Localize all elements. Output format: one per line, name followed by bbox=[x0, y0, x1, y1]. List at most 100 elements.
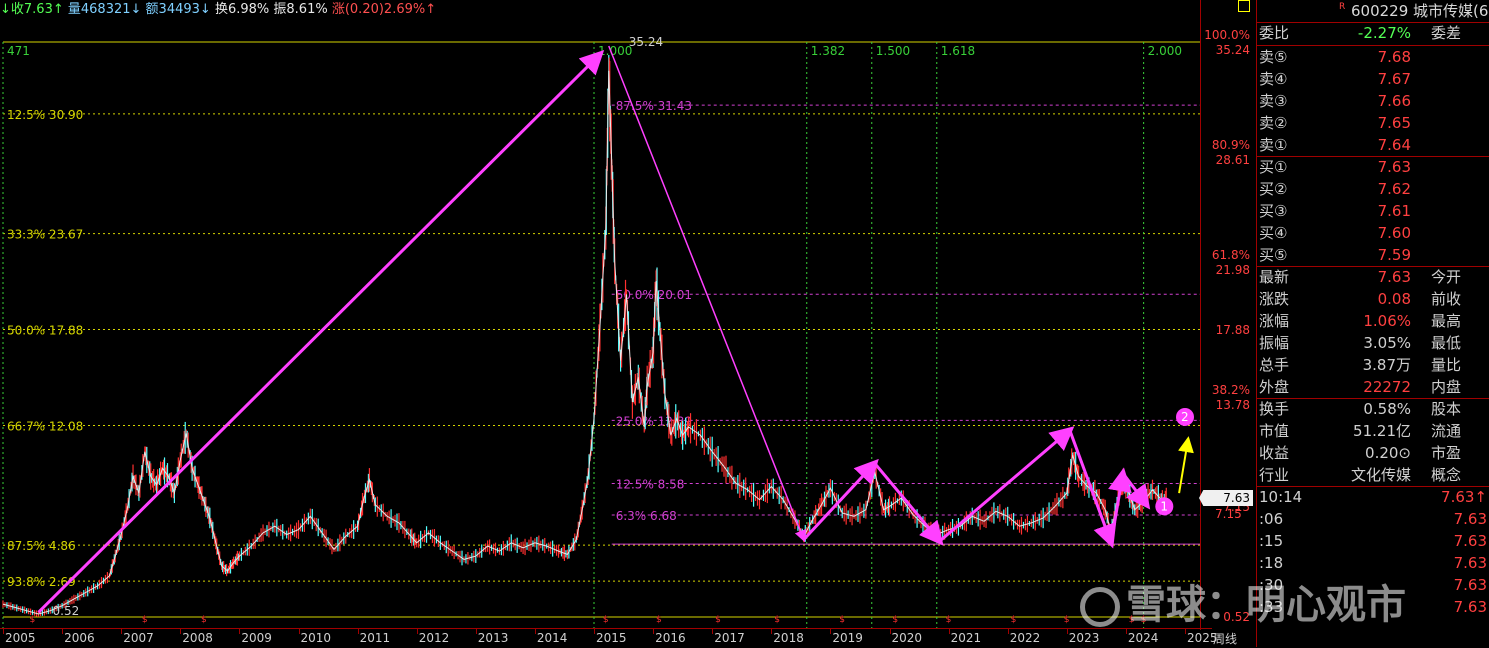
stat2-row[interactable]: 换手 0.58% 股本 bbox=[1259, 398, 1489, 420]
sell-row-value: 7.68 bbox=[1377, 48, 1411, 66]
price-line bbox=[2, 70, 1168, 615]
close-price: ↓收7.63↑ bbox=[0, 2, 64, 17]
buy-row[interactable]: 买① 7.63 bbox=[1259, 156, 1489, 178]
tick-row: :06 7.63 bbox=[1259, 508, 1489, 530]
buy-row[interactable]: 买② 7.62 bbox=[1259, 178, 1489, 200]
stat-row-label: 涨跌 bbox=[1259, 290, 1290, 308]
buy-row-label: 买⑤ bbox=[1259, 246, 1288, 264]
dividend-mark: $ bbox=[656, 615, 662, 625]
x-tick bbox=[771, 629, 773, 634]
weibi-row: 委比 -2.27% 委差 bbox=[1259, 22, 1489, 44]
stat-row-label: 外盘 bbox=[1259, 378, 1290, 396]
x-tick bbox=[594, 629, 595, 634]
stat2-row[interactable]: 市值 51.21亿 流通 bbox=[1259, 420, 1489, 442]
x-tick-label: 2020 bbox=[891, 631, 923, 645]
wave-arrow bbox=[873, 462, 944, 546]
x-tick-label: 2018 bbox=[773, 631, 804, 645]
y-price-label: 35.24 bbox=[1215, 43, 1250, 57]
sell-row-value: 7.64 bbox=[1377, 136, 1411, 154]
sell-row-label: 卖② bbox=[1259, 114, 1288, 132]
stat2-row-label: 市值 bbox=[1259, 422, 1290, 440]
buy-row-value: 7.63 bbox=[1377, 158, 1411, 176]
x-tick-label: 2016 bbox=[655, 631, 686, 645]
stat-row[interactable]: 涨幅 1.06% 最高 bbox=[1259, 310, 1489, 332]
wave-badge-label: 2 bbox=[1181, 410, 1189, 424]
stat-row-label: 振幅 bbox=[1259, 334, 1290, 352]
dividend-mark: $ bbox=[774, 615, 780, 625]
stat-row-label2: 最低 bbox=[1431, 334, 1462, 352]
stat-row[interactable]: 振幅 3.05% 最低 bbox=[1259, 332, 1489, 354]
forecast-arrow bbox=[1178, 436, 1194, 494]
dividend-mark: $ bbox=[946, 615, 952, 625]
kline-chart-area[interactable]: 12.5% 30.90 33.3% 23.67 50.0% 17.88 66.7% 1… bbox=[0, 0, 1200, 630]
x-tick-label: 2013 bbox=[477, 631, 509, 645]
buy-row-value: 7.59 bbox=[1377, 246, 1411, 264]
x-tick bbox=[534, 629, 536, 634]
x-tick-label: 2017 bbox=[714, 631, 745, 645]
sell-row-label: 卖⑤ bbox=[1259, 48, 1288, 66]
x-tick bbox=[121, 629, 123, 634]
watermark-text: 雪球：明心观市 bbox=[1126, 582, 1406, 628]
stat-row-value: 3.87万 bbox=[1362, 356, 1411, 374]
stat2-row-label2: 股本 bbox=[1431, 400, 1462, 418]
buy-row[interactable]: 买③ 7.61 bbox=[1259, 200, 1489, 222]
stat-row[interactable]: 总手 3.87万 量比 bbox=[1259, 354, 1489, 376]
tick-row: :18 7.63 bbox=[1259, 552, 1489, 574]
stat2-row-value: 0.58% bbox=[1363, 400, 1411, 418]
period-label[interactable]: 周线 bbox=[1213, 630, 1237, 647]
sell-row[interactable]: 卖④ 7.67 bbox=[1259, 68, 1489, 90]
sell-row-label: 卖③ bbox=[1259, 92, 1288, 110]
sell-row[interactable]: 卖② 7.65 bbox=[1259, 112, 1489, 134]
x-tick-label: 2012 bbox=[418, 631, 450, 645]
sell-row[interactable]: 卖① 7.64 bbox=[1259, 134, 1489, 156]
x-tick bbox=[3, 629, 4, 634]
fib-time-label: 1.000 bbox=[598, 44, 632, 58]
stat-row-label2: 量比 bbox=[1431, 356, 1462, 374]
tick-time: :06 bbox=[1259, 510, 1284, 528]
wave-arrow bbox=[802, 458, 879, 541]
stat-row[interactable]: 涨跌 0.08 前收 bbox=[1259, 288, 1489, 310]
stock-name: 600229 城市传媒(60 bbox=[1351, 2, 1489, 20]
stat-row-label: 涨幅 bbox=[1259, 312, 1290, 330]
x-tick-label: 2021 bbox=[950, 631, 982, 645]
price-axis: 100.0% 35.24 80.9% 28.61 61.8% 21.98 17.88 38.2… bbox=[1200, 0, 1256, 630]
dividend-mark: $ bbox=[603, 615, 609, 625]
weicha-label: 委差 bbox=[1431, 24, 1462, 42]
r-mark: R bbox=[1339, 2, 1346, 12]
stat2-row[interactable]: 收益 0.20⊙ 市盈 bbox=[1259, 442, 1489, 464]
tick-price: 7.63 bbox=[1453, 576, 1487, 594]
tick-time: 10:14 bbox=[1259, 488, 1303, 506]
x-tick bbox=[1066, 629, 1068, 634]
sell-row[interactable]: 卖⑤ 7.68 bbox=[1259, 46, 1489, 68]
stat-row-label2: 最高 bbox=[1431, 312, 1462, 330]
sell-row-value: 7.66 bbox=[1377, 92, 1411, 110]
buy-row[interactable]: 买⑤ 7.59 bbox=[1259, 244, 1489, 266]
fib-price-label: 87.5% 4.86 bbox=[7, 539, 76, 553]
kline-chart[interactable]: 12.5% 30.90 33.3% 23.67 50.0% 17.88 66.7% 1… bbox=[0, 0, 1200, 630]
y-price-label: 13.78 bbox=[1215, 398, 1250, 413]
dividend-mark: $ bbox=[30, 615, 36, 625]
xueqiu-logo-icon bbox=[1080, 587, 1120, 627]
buy-row-value: 7.61 bbox=[1377, 202, 1411, 220]
stat2-row[interactable]: 行业 文化传媒 概念 bbox=[1259, 464, 1489, 486]
sell-row[interactable]: 卖③ 7.66 bbox=[1259, 90, 1489, 112]
stat-row[interactable]: 最新 7.63 今开 bbox=[1259, 266, 1489, 288]
buy-row[interactable]: 买④ 7.60 bbox=[1259, 222, 1489, 244]
stat2-row-value: 0.20⊙ bbox=[1365, 444, 1411, 462]
fib-time-start-label: 471 bbox=[7, 44, 30, 58]
stat-row-value: 3.05% bbox=[1363, 334, 1411, 352]
tick-row: :15 7.63 bbox=[1259, 530, 1489, 552]
wave-arrow bbox=[938, 426, 1075, 543]
x-tick bbox=[653, 629, 655, 634]
amount-value: 额34493↓ bbox=[145, 2, 211, 17]
x-tick bbox=[712, 629, 714, 634]
fib-price-label: 50.0% 17.88 bbox=[7, 324, 83, 338]
fib-price-label: 12.5% 30.90 bbox=[7, 108, 83, 122]
stat-row[interactable]: 外盘 22272 内盘 bbox=[1259, 376, 1489, 398]
amplitude-value: 振8.61% bbox=[273, 2, 328, 17]
stat2-row-label2: 概念 bbox=[1431, 466, 1462, 484]
x-tick bbox=[889, 629, 891, 634]
dividend-mark: $ bbox=[715, 615, 721, 625]
stat-row-label2: 今开 bbox=[1431, 268, 1462, 286]
stock-title[interactable]: R 600229 城市传媒(60 bbox=[1257, 0, 1489, 22]
